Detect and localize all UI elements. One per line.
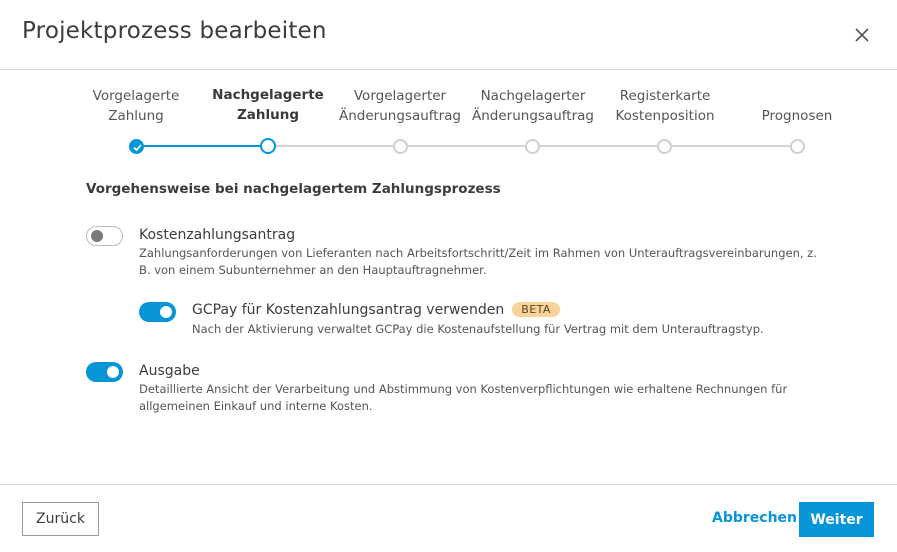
- step-node-current[interactable]: [260, 138, 276, 154]
- step-node-pending[interactable]: [657, 139, 672, 154]
- close-icon[interactable]: [849, 22, 875, 48]
- beta-badge: BETA: [512, 302, 560, 317]
- option-desc-kostenzahlungsantrag: Zahlungsanforderungen von Lieferanten na…: [139, 245, 817, 279]
- option-desc-line: allgemeinen Einkauf und interne Kosten.: [139, 399, 373, 413]
- step-label-line: Vorgelagerte: [92, 88, 180, 104]
- step-node-pending[interactable]: [393, 139, 408, 154]
- step-label-line: Prognosen: [761, 108, 833, 124]
- option-desc-line: Zahlungsanforderungen von Lieferanten na…: [139, 246, 817, 260]
- step-label-prognosen[interactable]: Prognosen: [722, 106, 872, 126]
- option-title-ausgabe: Ausgabe: [139, 363, 200, 379]
- step-label-line: Zahlung: [236, 107, 300, 123]
- back-button[interactable]: Zurück: [22, 502, 99, 536]
- step-label-kostenposition[interactable]: Registerkarte Kostenposition: [590, 86, 740, 126]
- option-desc-line: Nach der Aktivierung verwaltet GCPay die…: [192, 322, 764, 336]
- cancel-button[interactable]: Abbrechen: [712, 510, 797, 526]
- option-title-kostenzahlungsantrag: Kostenzahlungsantrag: [139, 227, 296, 243]
- step-label-line: Kostenposition: [615, 108, 715, 124]
- step-label-nachgelagerter-aenderungsauftrag[interactable]: Nachgelagerter Änderungsauftrag: [458, 86, 608, 126]
- step-label-line: Änderungsauftrag: [339, 108, 461, 124]
- step-label-line: Zahlung: [108, 108, 164, 124]
- check-icon: [133, 144, 142, 152]
- option-desc-line: B. von einem Subunternehmer an den Haupt…: [139, 263, 487, 277]
- toggle-gcpay[interactable]: [139, 302, 176, 322]
- step-label-line: Nachgelagerte: [212, 87, 324, 103]
- next-button[interactable]: Weiter: [799, 502, 874, 537]
- step-label-line: Registerkarte: [619, 88, 711, 104]
- step-label-line: Vorgelagerter: [353, 88, 447, 104]
- toggle-knob: [91, 230, 103, 242]
- toggle-ausgabe[interactable]: [86, 362, 123, 382]
- option-title-gcpay-text: GCPay für Kostenzahlungsantrag verwenden: [192, 302, 505, 318]
- section-title: Vorgehensweise bei nachgelagertem Zahlun…: [86, 181, 501, 197]
- option-title-gcpay: GCPay für Kostenzahlungsantrag verwenden…: [192, 302, 560, 318]
- step-track-done: [136, 145, 268, 147]
- dialog-header: Projektprozess bearbeiten: [0, 0, 897, 70]
- step-label-vorgelagerter-aenderungsauftrag[interactable]: Vorgelagerter Änderungsauftrag: [325, 86, 475, 126]
- toggle-knob: [160, 306, 172, 318]
- option-desc-ausgabe: Detaillierte Ansicht der Verarbeitung un…: [139, 381, 787, 415]
- step-node-pending[interactable]: [525, 139, 540, 154]
- option-desc-gcpay: Nach der Aktivierung verwaltet GCPay die…: [192, 321, 764, 338]
- step-label-nachgelagerte-zahlung[interactable]: Nachgelagerte Zahlung: [193, 85, 343, 125]
- toggle-knob: [107, 366, 119, 378]
- option-desc-line: Detaillierte Ansicht der Verarbeitung un…: [139, 382, 788, 396]
- wizard-stepper: Vorgelagerte Zahlung Nachgelagerte Zahlu…: [0, 70, 897, 170]
- step-label-vorgelagerte-zahlung[interactable]: Vorgelagerte Zahlung: [61, 86, 211, 126]
- step-node-done[interactable]: [129, 139, 144, 154]
- toggle-kostenzahlungsantrag[interactable]: [86, 226, 123, 246]
- step-label-line: Änderungsauftrag: [472, 108, 594, 124]
- step-node-pending[interactable]: [790, 139, 805, 154]
- dialog-footer: Zurück Abbrechen Weiter: [0, 484, 897, 552]
- dialog-title: Projektprozess bearbeiten: [22, 18, 327, 44]
- step-label-line: Nachgelagerter: [480, 88, 586, 104]
